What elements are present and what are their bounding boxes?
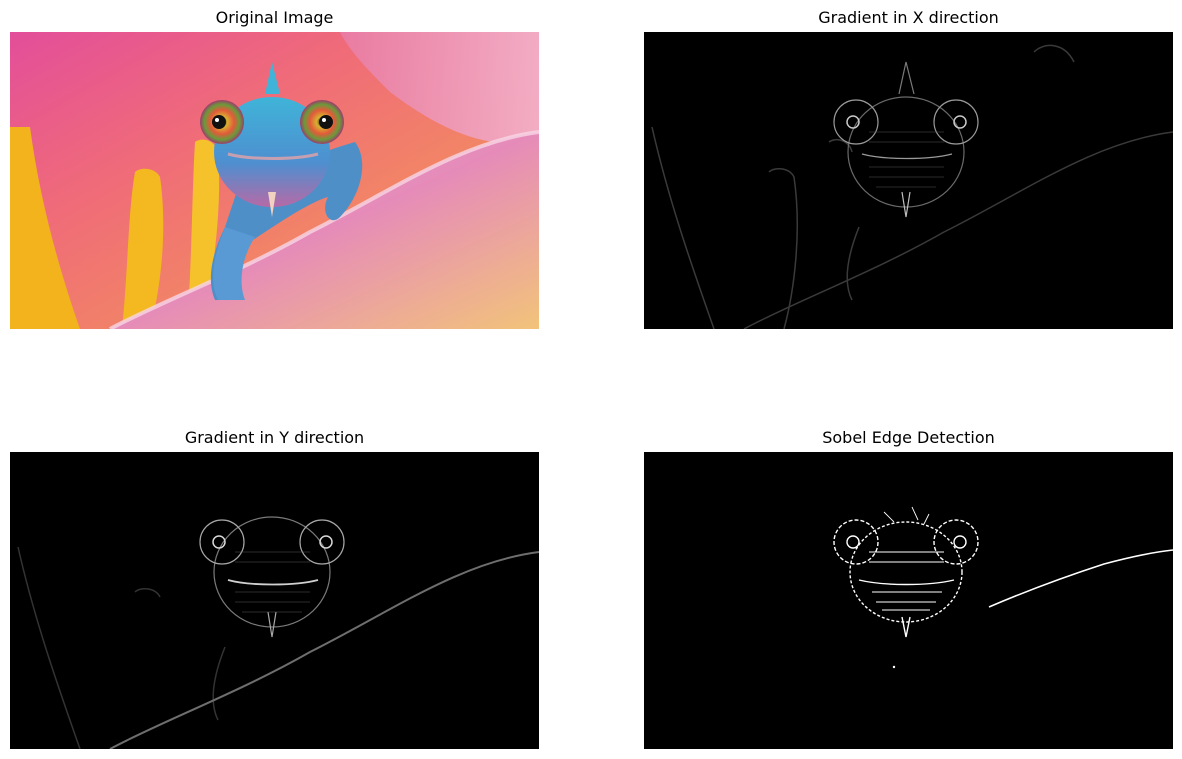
panel-title: Gradient in X direction (818, 8, 999, 27)
sobel-edge-image (644, 452, 1173, 749)
panel-title: Original Image (215, 8, 334, 27)
gradient-y-image (10, 452, 539, 749)
panel-title: Sobel Edge Detection (822, 428, 995, 447)
original-image (10, 32, 539, 329)
panel-title: Gradient in Y direction (184, 428, 365, 447)
gradient-x-image (644, 32, 1173, 329)
